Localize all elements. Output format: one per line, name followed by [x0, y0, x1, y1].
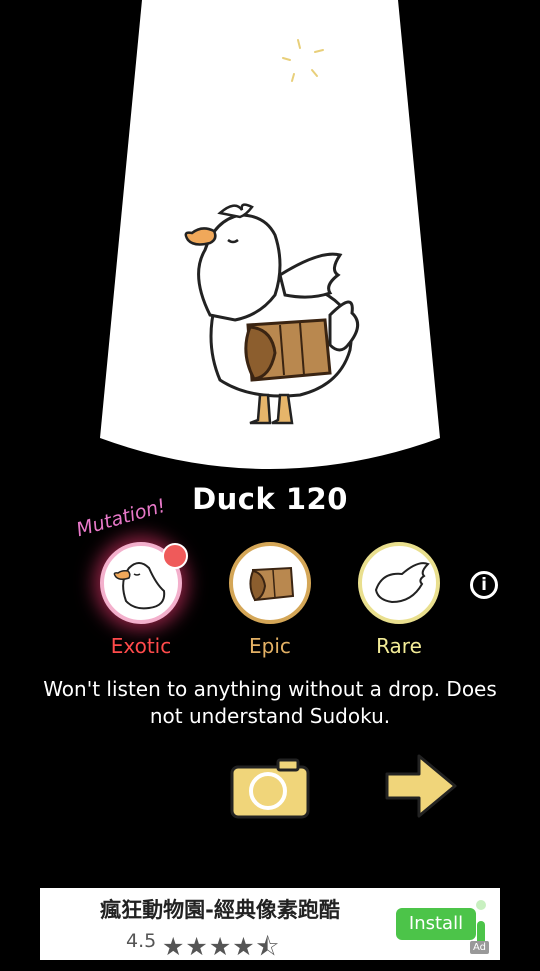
- ad-title: 瘋狂動物園-經典像素跑酷: [100, 898, 340, 922]
- creature-description: Won't listen to anything without a drop.…: [43, 677, 497, 728]
- ad-rating: 4.5: [126, 930, 157, 952]
- trait-label-epic: Epic: [249, 634, 291, 658]
- trait-label-rare: Rare: [376, 634, 422, 658]
- ad-badge: Ad: [470, 941, 490, 954]
- arrow-right-icon[interactable]: [385, 752, 457, 820]
- trait-rare[interactable]: Rare: [349, 542, 449, 658]
- creature-name: Duck 120: [192, 482, 348, 516]
- camera-icon[interactable]: [230, 757, 310, 819]
- install-button[interactable]: Install: [396, 908, 476, 940]
- wing-icon: [374, 562, 430, 604]
- info-icon[interactable]: i: [470, 571, 498, 599]
- barrel-accessory: [244, 318, 332, 382]
- trait-label-exotic: Exotic: [110, 634, 172, 658]
- ad-indicator-dot: [476, 900, 486, 910]
- ad-banner[interactable]: 瘋狂動物園-經典像素跑酷 4.5 ★★★★⯪ Install Ad: [40, 888, 500, 961]
- trait-epic[interactable]: Epic: [220, 542, 320, 658]
- duck-character: [184, 203, 360, 425]
- star-rating-icon: ★★★★⯪: [162, 932, 281, 961]
- notification-dot: [162, 543, 188, 569]
- wooden-barrel-icon: [249, 566, 295, 602]
